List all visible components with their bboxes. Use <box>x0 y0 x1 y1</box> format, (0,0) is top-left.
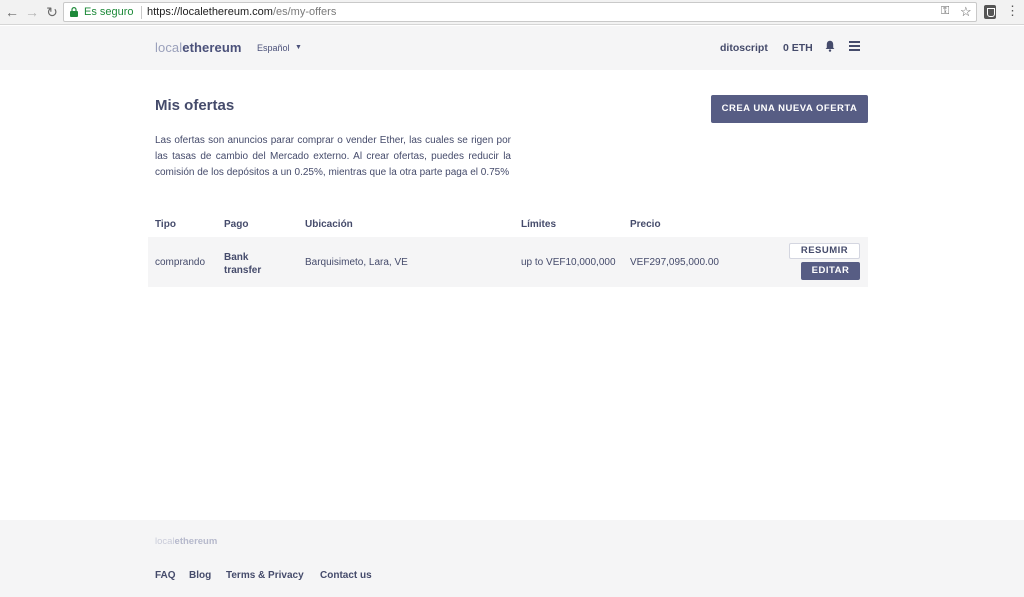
column-header-type: Tipo <box>155 219 176 230</box>
create-offer-button[interactable]: CREA UNA NUEVA OFERTA <box>711 95 868 123</box>
footer-logo[interactable]: localethereum <box>155 536 217 547</box>
column-header-price: Precio <box>630 219 661 230</box>
url-text[interactable]: https://localethereum.com/es/my-offers <box>147 6 336 18</box>
offer-payment-method: Bank transfer <box>224 252 262 276</box>
page-title: Mis ofertas <box>155 97 235 114</box>
footer-link-contact[interactable]: Contact us <box>320 570 372 581</box>
site-header: localethereum Español ▼ ditoscript 0 ETH <box>0 26 1024 70</box>
column-header-payment: Pago <box>224 219 249 230</box>
offers-description: Las ofertas son anuncios parar comprar o… <box>155 135 511 178</box>
language-selector[interactable]: Español <box>257 43 290 53</box>
back-arrow-icon[interactable]: ← <box>4 4 20 20</box>
browser-toolbar: ← → ↻ Es seguro https://localethereum.co… <box>0 0 1024 25</box>
secure-label: Es seguro <box>84 6 134 18</box>
balance-display[interactable]: 0 ETH <box>783 42 813 54</box>
resume-offer-button[interactable]: RESUMIR <box>789 243 860 259</box>
address-bar[interactable]: Es seguro https://localethereum.com/es/m… <box>63 2 977 22</box>
star-icon[interactable]: ☆ <box>960 4 972 20</box>
footer-link-terms[interactable]: Terms & Privacy <box>226 570 304 581</box>
column-header-location: Ubicación <box>305 219 353 230</box>
offer-type: comprando <box>155 257 206 268</box>
site-logo[interactable]: localethereum <box>155 40 242 55</box>
table-row[interactable]: comprando Bank transfer Barquisimeto, La… <box>148 237 868 287</box>
key-icon[interactable]: ⚿ <box>941 5 949 18</box>
url-divider <box>141 6 142 19</box>
column-header-limits: Límites <box>521 219 557 230</box>
forward-arrow-icon[interactable]: → <box>24 4 40 20</box>
offer-limits: up to VEF10,000,000 <box>521 257 616 268</box>
edit-offer-button[interactable]: EDITAR <box>801 262 860 280</box>
footer-link-faq[interactable]: FAQ <box>155 570 176 581</box>
bell-icon[interactable] <box>825 40 835 52</box>
extension-icon[interactable] <box>984 5 996 19</box>
hamburger-menu-icon[interactable] <box>849 41 860 51</box>
footer-link-blog[interactable]: Blog <box>189 570 211 581</box>
site-footer: localethereum FAQ Blog Terms & Privacy C… <box>0 520 1024 597</box>
reload-icon[interactable]: ↻ <box>44 4 60 20</box>
offer-price: VEF297,095,000.00 <box>630 257 719 268</box>
offer-location: Barquisimeto, Lara, VE <box>305 257 408 268</box>
lock-icon <box>70 7 78 17</box>
username-link[interactable]: ditoscript <box>720 42 768 54</box>
chrome-menu-icon[interactable]: ⋮ <box>1006 3 1019 19</box>
caret-down-icon[interactable]: ▼ <box>295 44 302 51</box>
